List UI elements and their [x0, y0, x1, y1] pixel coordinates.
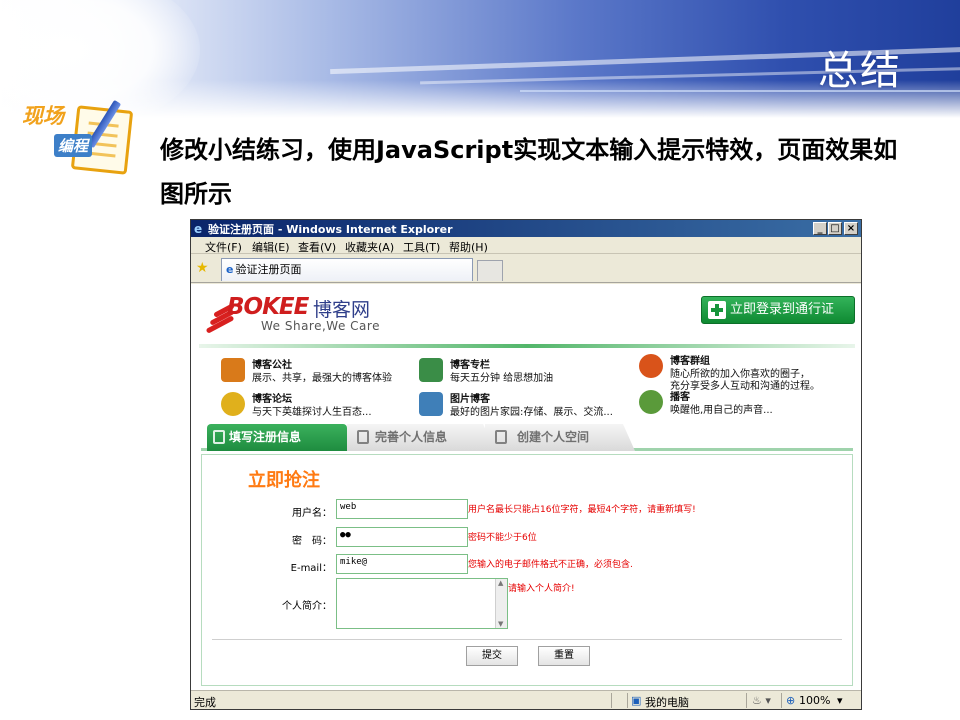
form-icon — [357, 430, 369, 444]
feature-forum[interactable]: 博客论坛 与天下英雄探讨人生百态... — [221, 390, 436, 422]
email-input[interactable]: mike@ — [336, 554, 468, 574]
zone-text: 我的电脑 — [645, 696, 689, 709]
password-input[interactable]: ●● — [336, 527, 468, 547]
ie-icon: e — [194, 222, 203, 236]
slide-title: 总结 — [818, 48, 902, 94]
login-passport-button[interactable]: 立即登录到通行证 — [701, 296, 855, 324]
menu-favorites[interactable]: 收藏夹(A) — [345, 239, 394, 255]
tab-title: 验证注册页面 — [235, 263, 302, 276]
menu-view[interactable]: 查看(V) — [298, 239, 336, 255]
browser-tab[interactable]: e 验证注册页面 — [221, 258, 473, 281]
registration-steps: 填写注册信息 创建个人空间 完善个人信息 — [201, 424, 853, 451]
page-icon: e — [226, 263, 234, 276]
browser-title: 验证注册页面 - Windows Internet Explorer — [208, 223, 453, 236]
feature-desc: 与天下英雄探讨人生百态... — [252, 407, 372, 418]
status-bar: 完成 ▣ 我的电脑 ♨ ▾ ⊕ 100% ▾ — [191, 690, 861, 709]
minimize-button[interactable]: _ — [813, 222, 827, 235]
menu-edit[interactable]: 编辑(E) — [252, 239, 290, 255]
menu-tools[interactable]: 工具(T) — [403, 239, 440, 255]
tab-bar: ★ e 验证注册页面 — [191, 254, 861, 283]
step-label: 完善个人信息 — [375, 430, 448, 444]
form-title: 立即抢注 — [248, 470, 320, 491]
form-divider — [212, 639, 842, 640]
pencil-icon — [419, 358, 443, 382]
logo-cn: 博客网 — [313, 299, 371, 321]
logo-slogan: We Share,We Care — [261, 319, 380, 333]
favorites-star-icon[interactable]: ★ — [196, 260, 209, 276]
step-complete-info[interactable]: 完善个人信息 — [347, 424, 495, 451]
email-error: 您输入的电子邮件格式不正确，必须包含. — [468, 560, 633, 570]
step-fill-info[interactable]: 填写注册信息 — [207, 424, 347, 451]
step-create-space[interactable]: 创建个人空间 — [485, 424, 635, 451]
registration-form: 立即抢注 用户名： web 用户名最长只能占16位字符，最短4个字符，请重新填写… — [201, 454, 853, 686]
username-label: 用户名： — [292, 508, 332, 519]
username-input[interactable]: web — [336, 499, 468, 519]
maximize-button[interactable]: □ — [828, 222, 842, 235]
badge-line2: 编程 — [54, 134, 93, 157]
zoom-dropdown-icon[interactable]: ▾ — [837, 694, 843, 707]
feature-desc: 唤醒他,用自己的声音... — [670, 405, 773, 416]
logo-brand: BOKEE — [227, 294, 309, 320]
form-icon — [213, 430, 225, 444]
form-icon — [495, 430, 507, 444]
chat-icon — [221, 392, 245, 416]
browser-titlebar: e 验证注册页面 - Windows Internet Explorer _ □… — [191, 220, 861, 237]
password-error: 密码不能少于6位 — [468, 533, 537, 543]
live-coding-badge: 现场 编程 — [22, 98, 134, 178]
menu-file[interactable]: 文件(F) — [205, 239, 242, 255]
feature-photo[interactable]: 图片博客 最好的图片家园:存储、展示、交流... — [419, 390, 634, 422]
browser-window: e 验证注册页面 - Windows Internet Explorer _ □… — [190, 219, 862, 710]
step-label: 创建个人空间 — [517, 430, 590, 444]
feature-desc: 每天五分钟 给思想加油 — [450, 373, 554, 384]
step-label: 填写注册信息 — [229, 430, 302, 444]
feature-column[interactable]: 博客专栏 每天五分钟 给思想加油 — [419, 356, 634, 388]
microphone-icon — [639, 390, 663, 414]
house-icon — [221, 358, 245, 382]
zoom-icon[interactable]: ⊕ — [786, 694, 795, 707]
textarea-scrollbar[interactable] — [495, 579, 507, 628]
intro-label: 个人简介： — [282, 601, 332, 612]
new-tab-button[interactable] — [477, 260, 503, 281]
username-error: 用户名最长只能占16位字符，最短4个字符，请重新填写! — [468, 505, 696, 515]
intro-text: 修改小结练习，使用JavaScript实现文本输入提示特效，页面效果如图所示 — [160, 136, 898, 208]
page-content: BOKEE 博客网 We Share,We Care 立即登录到通行证 博客公社… — [191, 284, 861, 690]
reset-button[interactable]: 重置 — [538, 646, 590, 666]
feature-group[interactable]: 博客群组 随心所欲的加入你喜欢的圈子， 充分享受多人互动和沟通的过程。 — [639, 352, 854, 392]
status-text: 完成 — [194, 696, 216, 709]
protected-mode-icon[interactable]: ♨ ▾ — [752, 694, 771, 707]
slide: 总结 现场 编程 修改小结练习，使用JavaScript实现文本输入提示特效，页… — [0, 0, 960, 720]
photo-icon — [419, 392, 443, 416]
feature-community[interactable]: 博客公社 展示、共享，最强大的博客体验 — [221, 356, 436, 388]
feature-podcast[interactable]: 播客 唤醒他,用自己的声音... — [639, 388, 854, 420]
feature-desc: 最好的图片家园:存储、展示、交流... — [450, 407, 613, 418]
menu-help[interactable]: 帮助(H) — [449, 239, 488, 255]
header-band — [0, 0, 960, 118]
menu-bar: 文件(F) 编辑(E) 查看(V) 收藏夹(A) 工具(T) 帮助(H) — [191, 237, 861, 254]
globe-icon — [639, 354, 663, 378]
intro-textarea[interactable] — [336, 578, 508, 629]
submit-button[interactable]: 提交 — [466, 646, 518, 666]
password-label: 密 码： — [292, 536, 332, 547]
login-button-label: 立即登录到通行证 — [730, 302, 835, 317]
badge-line1: 现场 — [22, 104, 64, 128]
computer-icon: ▣ — [631, 694, 642, 707]
divider — [199, 344, 855, 348]
plus-icon — [708, 301, 726, 319]
close-button[interactable]: × — [844, 222, 858, 235]
intro-error: 请输入个人简介! — [508, 584, 575, 594]
feature-desc: 展示、共享，最强大的博客体验 — [252, 373, 392, 384]
bokee-logo[interactable]: BOKEE 博客网 We Share,We Care — [203, 292, 403, 340]
email-label: E-mail： — [290, 563, 332, 574]
zoom-level[interactable]: 100% — [799, 694, 830, 707]
